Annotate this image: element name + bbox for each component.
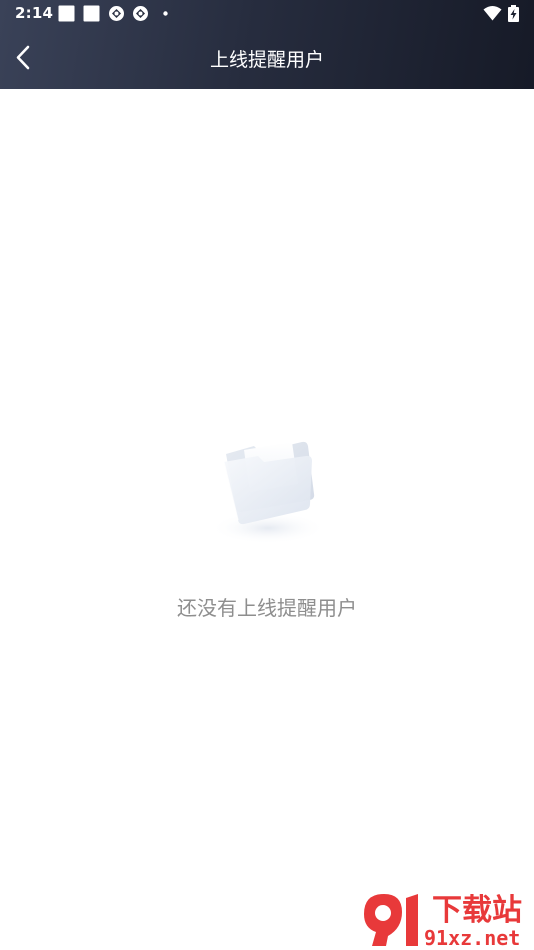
empty-folder-icon — [210, 441, 326, 544]
notification-square-icon — [58, 5, 75, 22]
page-title: 上线提醒用户 — [209, 49, 324, 71]
battery-charging-icon — [508, 5, 519, 22]
notification-square-icon — [83, 5, 100, 22]
status-time: 2:14 — [15, 4, 54, 22]
app-header: 2:14 上线提醒用户 — [0, 0, 534, 89]
sync-icon — [109, 6, 124, 21]
watermark-logo-icon — [364, 894, 418, 946]
watermark-domain: 91xz.net — [424, 926, 520, 950]
empty-state-message: 还没有上线提醒用户 — [177, 596, 357, 620]
status-bar: 2:14 — [0, 0, 534, 28]
site-watermark: 下载站 91xz.net — [364, 893, 522, 950]
watermark-brand: 下载站 — [432, 893, 522, 928]
dot-icon — [163, 11, 168, 16]
wifi-icon — [483, 6, 502, 21]
navigation-bar: 上线提醒用户 — [0, 28, 534, 89]
sync-icon — [133, 6, 148, 21]
